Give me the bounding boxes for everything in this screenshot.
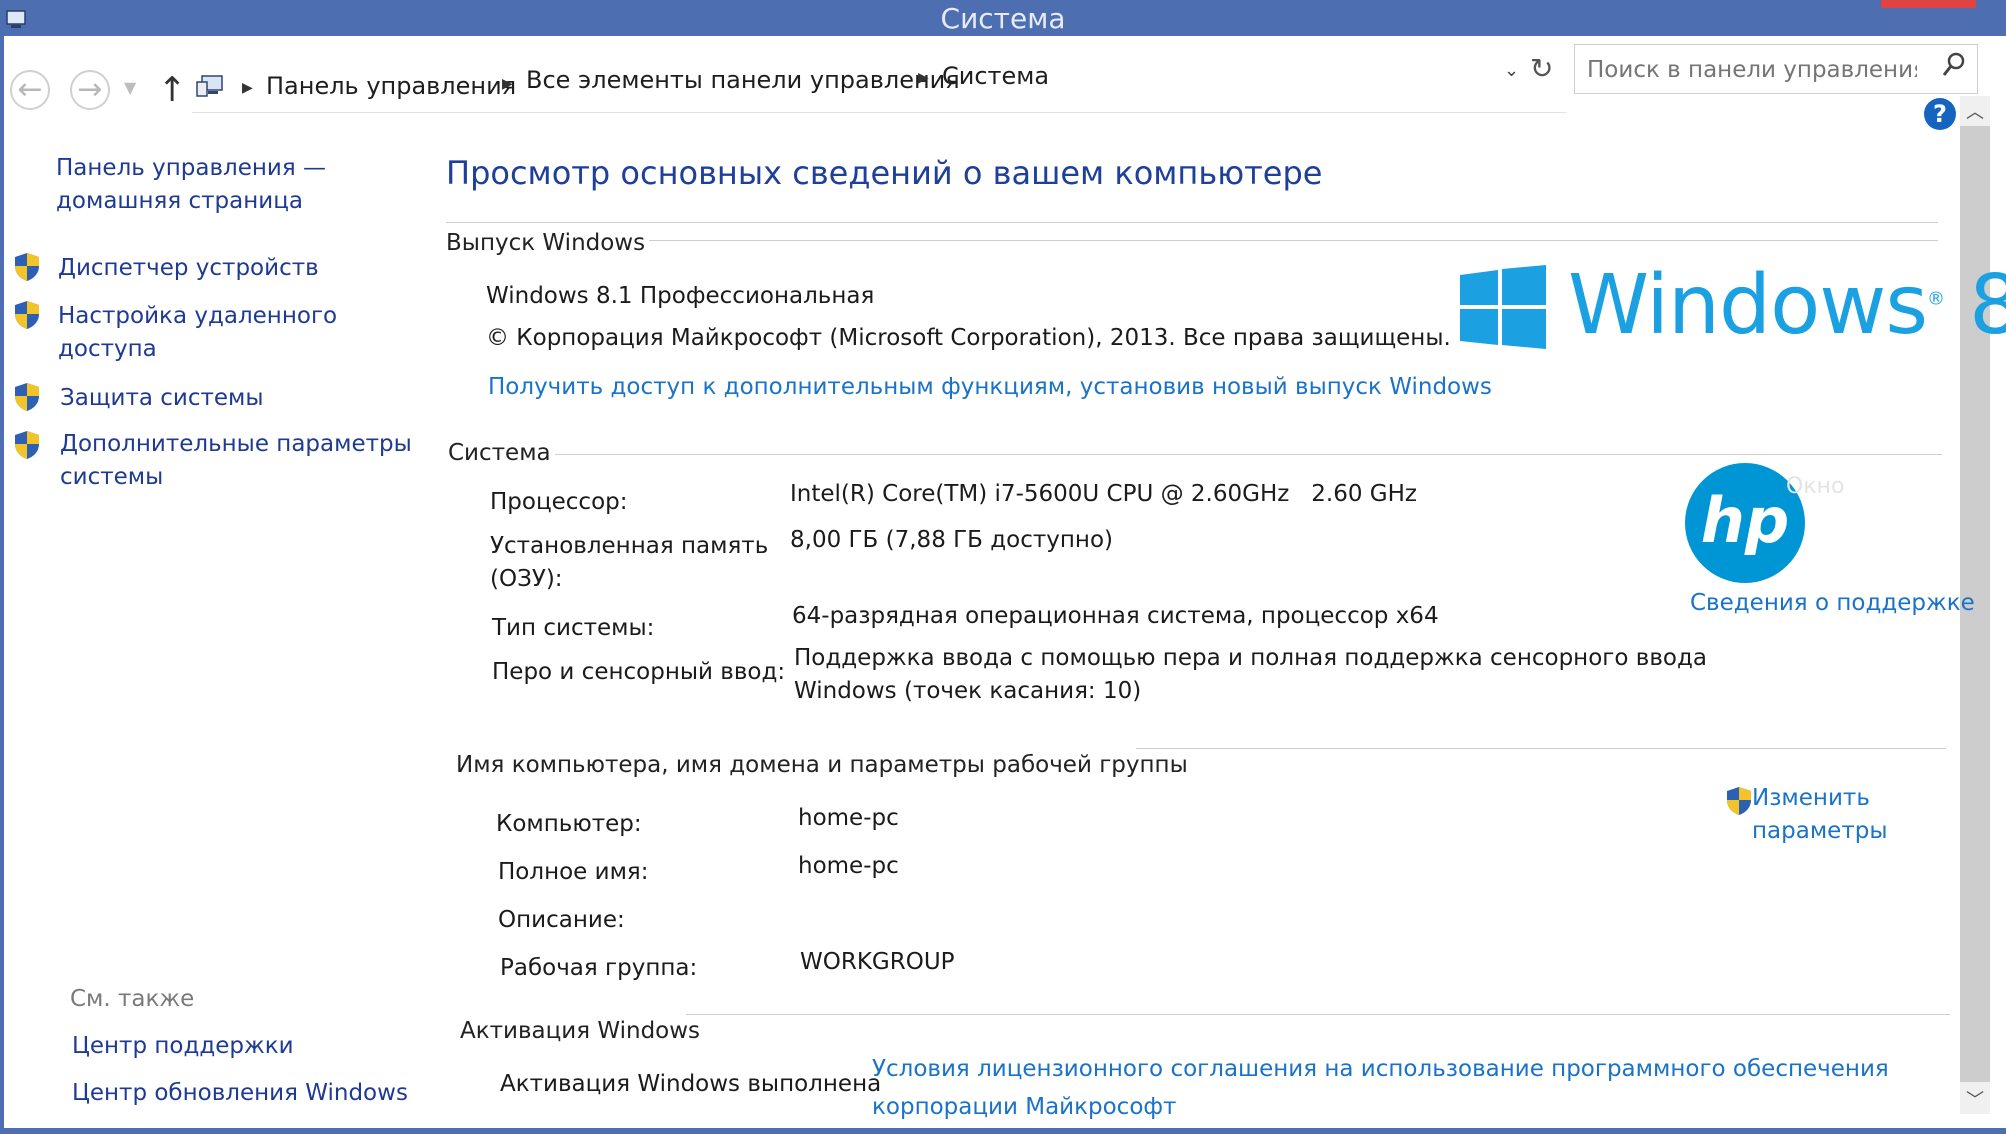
change-settings-line2: параметры — [1752, 818, 1888, 844]
processor-label: Процессор: — [490, 489, 628, 515]
uac-shield-icon — [1727, 787, 1751, 815]
arrow-right-icon: → — [77, 72, 103, 107]
description-label: Описание: — [498, 907, 625, 933]
system-type-label: Тип системы: — [492, 615, 655, 641]
sidebar-home-link[interactable]: Панель управления — домашняя страница — [56, 152, 326, 218]
section-divider — [632, 240, 1938, 241]
sidebar-item-label: Дополнительные параметры — [60, 431, 412, 457]
memory-value: 8,00 ГБ (7,88 ГБ доступно) — [790, 527, 1113, 553]
sidebar-home-line2: домашняя страница — [56, 188, 303, 214]
address-history-button[interactable]: ⌄ — [1504, 60, 1519, 81]
pen-touch-value: Поддержка ввода с помощью пера и полная … — [794, 642, 1707, 708]
system-type-value: 64-разрядная операционная система, проце… — [792, 603, 1439, 629]
windows-logo-number: 8 — [1969, 258, 2006, 353]
uac-shield-icon — [15, 253, 39, 281]
svg-text:hp: hp — [1701, 484, 1790, 557]
window-frame-left — [0, 36, 4, 1134]
pen-touch-line2: Windows (точек касания: 10) — [794, 678, 1142, 704]
sidebar-item-device-manager[interactable]: Диспетчер устройств — [58, 252, 319, 285]
page-title: Просмотр основных сведений о вашем компь… — [446, 154, 1323, 192]
scroll-down-icon[interactable]: ﹀ — [1966, 1086, 1984, 1112]
sidebar-item-label: доступа — [58, 336, 157, 362]
support-information-link[interactable]: Сведения о поддержке — [1690, 584, 1975, 622]
sidebar-link-windows-update[interactable]: Центр обновления Windows — [72, 1077, 408, 1110]
breadcrumb-separator-icon[interactable]: ▶ — [242, 80, 253, 96]
uac-shield-icon — [15, 301, 39, 329]
window-title: Система — [940, 2, 1066, 35]
license-terms-link[interactable]: Условия лицензионного соглашения на испо… — [872, 1050, 1889, 1126]
change-settings-link[interactable]: Изменить параметры — [1752, 782, 1887, 848]
memory-label-line1: Установленная память — [490, 533, 769, 559]
windows-logo-icon — [1460, 265, 1546, 349]
sidebar-item-remote-settings[interactable]: Настройка удаленного доступа — [58, 300, 337, 366]
control-panel-icon — [196, 75, 223, 97]
processor-speed: 2.60 GHz — [1311, 481, 1417, 507]
license-terms-line1: Условия лицензионного соглашения на испо… — [872, 1056, 1889, 1082]
recent-locations-button[interactable]: ▼ — [124, 78, 136, 97]
help-icon[interactable]: ? — [1924, 98, 1956, 130]
license-terms-line2: корпорации Майкрософт — [872, 1094, 1177, 1120]
windows-logo-word: Windows — [1568, 258, 1928, 353]
section-divider — [1136, 748, 1946, 749]
breadcrumb-separator-icon[interactable]: ▶ — [918, 70, 929, 86]
memory-label-line2: (ОЗУ): — [490, 566, 563, 592]
breadcrumb-separator-icon[interactable]: ▶ — [502, 76, 513, 92]
refresh-icon: ↻ — [1530, 52, 1554, 85]
search-box — [1574, 44, 1978, 94]
uac-shield-icon — [15, 383, 39, 411]
forward-button[interactable]: → — [70, 70, 110, 110]
workgroup-value: WORKGROUP — [800, 949, 955, 975]
back-button[interactable]: ← — [10, 70, 50, 110]
activation-status: Активация Windows выполнена — [500, 1071, 882, 1097]
sidebar-item-label: Настройка удаленного — [58, 303, 338, 329]
change-settings-line1: Изменить — [1752, 785, 1870, 811]
sidebar-home-line1: Панель управления — — [56, 155, 327, 181]
section-heading-system: Система — [448, 440, 555, 466]
section-heading-edition: Выпуск Windows — [446, 230, 650, 256]
breadcrumb-control-panel[interactable]: Панель управления — [266, 72, 516, 100]
memory-label: Установленная память (ОЗУ): — [490, 530, 768, 596]
processor-value: Intel(R) Core(TM) i7-5600U CPU @ 2.60GHz… — [790, 478, 1417, 511]
search-input[interactable] — [1585, 51, 1919, 89]
sidebar-link-action-center[interactable]: Центр поддержки — [72, 1030, 294, 1063]
section-divider — [546, 454, 1942, 455]
pen-touch-line1: Поддержка ввода с помощью пера и полная … — [794, 645, 1707, 671]
section-heading-activation: Активация Windows — [460, 1018, 705, 1044]
chevron-down-icon: ▼ — [124, 78, 137, 97]
title-divider — [446, 222, 1938, 223]
section-divider — [686, 1014, 1950, 1015]
uac-shield-icon — [15, 431, 39, 459]
faint-overlay-text: Окно — [1786, 474, 1845, 499]
windows-logo-text: Windows® 8 — [1568, 258, 2006, 353]
copyright-text: © Корпорация Майкрософт (Microsoft Corpo… — [486, 325, 1451, 351]
refresh-button[interactable]: ↻ — [1530, 52, 1553, 85]
fullname-value: home-pc — [798, 853, 899, 879]
fullname-label: Полное имя: — [498, 859, 649, 885]
chevron-down-icon: ⌄ — [1504, 60, 1520, 81]
breadcrumb-all-items[interactable]: Все элементы панели управления — [526, 66, 960, 94]
pen-touch-label: Перо и сенсорный ввод: — [492, 659, 786, 685]
sidebar-item-system-protection[interactable]: Защита системы — [60, 382, 264, 415]
scroll-up-icon[interactable]: ︿ — [1966, 98, 1984, 124]
up-button[interactable]: ↑ — [158, 70, 187, 110]
title-bar: Система — [0, 0, 2006, 36]
window-frame-bottom — [0, 1128, 2006, 1134]
computer-value: home-pc — [798, 805, 899, 831]
processor-model: Intel(R) Core(TM) i7-5600U CPU @ 2.60GHz — [790, 481, 1290, 507]
sidebar-item-advanced-settings[interactable]: Дополнительные параметры системы — [60, 428, 412, 494]
close-button[interactable] — [1881, 0, 1976, 8]
workgroup-label: Рабочая группа: — [500, 955, 698, 981]
arrow-up-icon: ↑ — [158, 70, 187, 110]
breadcrumb-system[interactable]: Система — [942, 62, 1049, 90]
see-also-label: См. также — [70, 986, 195, 1012]
search-icon[interactable] — [1941, 51, 1967, 79]
section-heading-computer: Имя компьютера, имя домена и параметры р… — [456, 752, 1192, 778]
sidebar-item-label: системы — [60, 464, 164, 490]
computer-label: Компьютер: — [496, 811, 642, 837]
upgrade-edition-link[interactable]: Получить доступ к дополнительным функция… — [488, 368, 1492, 406]
arrow-left-icon: ← — [17, 72, 43, 107]
edition-name: Windows 8.1 Профессиональная — [486, 283, 875, 309]
